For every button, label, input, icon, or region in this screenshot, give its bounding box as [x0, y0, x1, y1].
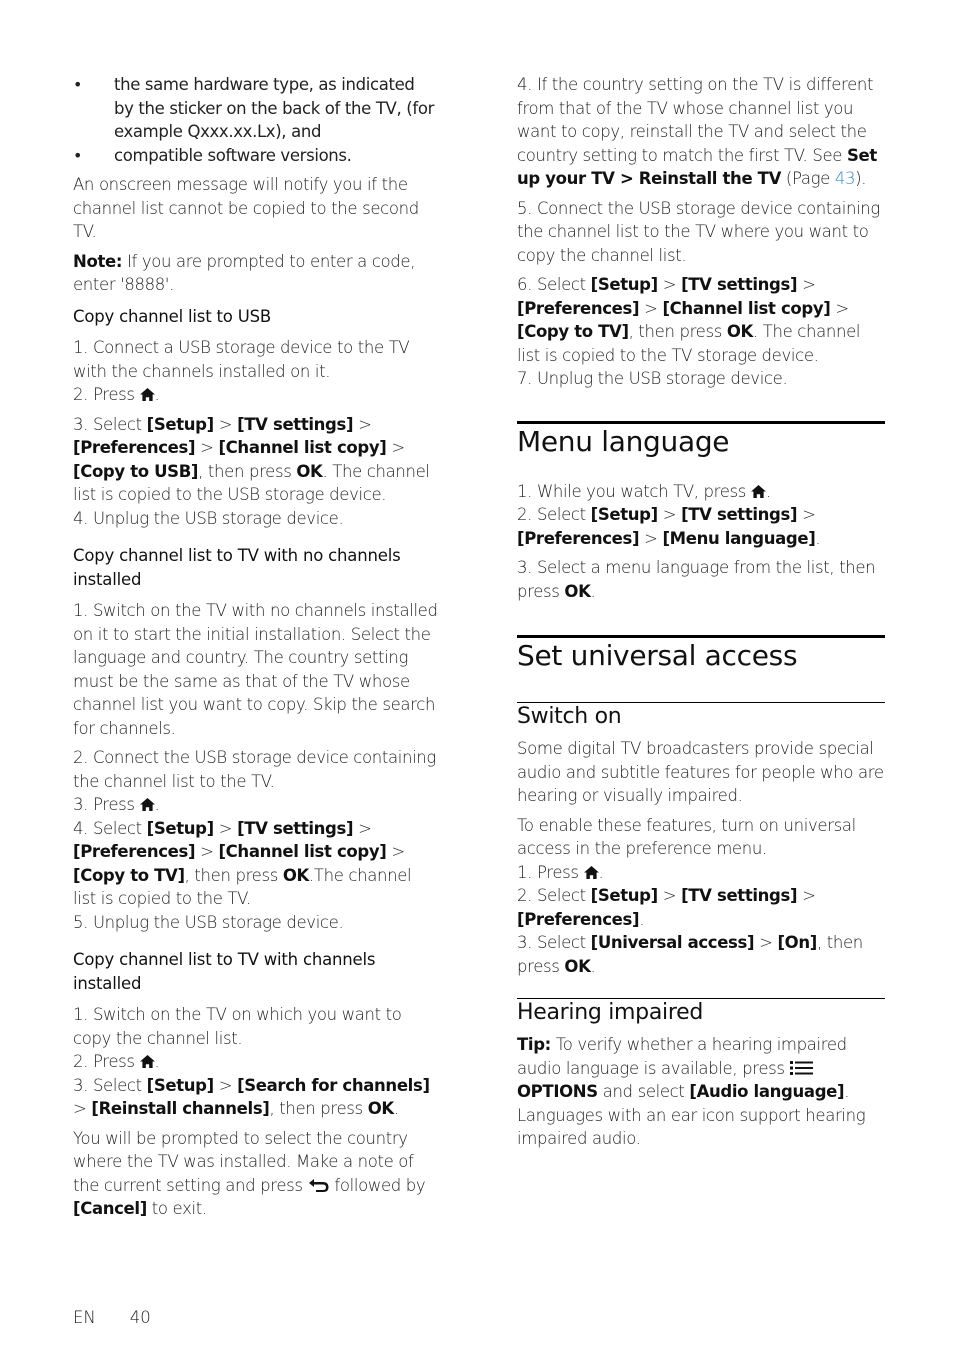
step: 4. Select [Setup] > [TV settings] > [Pre…: [73, 818, 412, 909]
continued-steps: 6. Select [Setup] > [TV settings] > [Pre…: [517, 273, 885, 391]
right-column: 4. If the country setting on the TV is d…: [517, 73, 885, 1151]
home-icon: [583, 865, 599, 879]
step: 5. Connect the USB storage device contai…: [517, 198, 880, 265]
note-label: Note:: [73, 251, 123, 271]
section-title-menu-language: Menu language: [517, 424, 730, 458]
list-item: compatible software versions.: [73, 144, 438, 168]
step: 5. Unplug the USB storage device.: [73, 912, 344, 932]
options-icon: [789, 1060, 813, 1075]
paragraph: Languages with an ear icon support heari…: [517, 1105, 866, 1149]
prompt-paragraph: You will be prompted to select the count…: [73, 1128, 426, 1219]
page-link[interactable]: 43: [835, 169, 856, 188]
step: 2. Press .: [73, 385, 160, 404]
step: 3. Select [Setup] > [TV settings] > [Pre…: [73, 414, 430, 505]
step: 1. Connect a USB storage device to the T…: [73, 338, 410, 381]
step: 1. While you watch TV, press .: [517, 481, 771, 501]
onscreen-message-paragraph: An onscreen message will notify you if t…: [73, 175, 419, 241]
section-heading-with-channels: Copy channel list to TV with channels in…: [73, 950, 376, 993]
step: 2. Select [Setup] > [TV settings] > [Pre…: [517, 886, 816, 929]
home-icon: [139, 1055, 155, 1068]
footer-language: EN: [73, 1308, 96, 1327]
home-icon: [751, 484, 766, 498]
step: 4. Unplug the USB storage device.: [73, 508, 344, 528]
page-footer: EN 40: [73, 1308, 185, 1327]
step: 2. Press .: [73, 1052, 160, 1071]
section-heading-copy-to-usb: Copy channel list to USB: [73, 306, 271, 326]
step: 6. Select [Setup] > [TV settings] > [Pre…: [517, 275, 861, 365]
section-title-universal-access: Set universal access: [517, 639, 798, 672]
home-icon: [139, 798, 155, 811]
list-item: the same hardware type, as indicated by …: [73, 73, 438, 144]
paragraph: To enable these features, turn on univer…: [517, 815, 856, 859]
note-paragraph: Note: If you are prompted to enter a cod…: [73, 251, 416, 295]
tip-label: Tip:: [517, 1035, 551, 1054]
paragraph: Some digital TV broadcasters provide spe…: [517, 739, 884, 805]
step: 1. Switch on the TV with no channels ins…: [73, 601, 438, 738]
usb-steps-b: 3. Select [Setup] > [TV settings] > [Pre…: [73, 413, 438, 531]
step: 4. If the country setting on the TV is d…: [517, 75, 877, 188]
switch-on-steps: To enable these features, turn on univer…: [517, 814, 885, 979]
menu-language-steps: 1. While you watch TV, press . 2. Select…: [517, 480, 885, 551]
step: 2. Select [Setup] > [TV settings] > [Pre…: [517, 505, 821, 548]
no-channels-steps: 2. Connect the USB storage device contai…: [73, 746, 438, 934]
page-number: 40: [129, 1308, 151, 1327]
step: 1. Press .: [517, 862, 604, 882]
step: 7. Unplug the USB storage device.: [517, 369, 788, 388]
left-column: the same hardware type, as indicated by …: [73, 73, 438, 1227]
step: 3. Select [Universal access] > [On], the…: [517, 933, 863, 976]
section-heading-no-channels: Copy channel list to TV with no channels…: [73, 546, 401, 589]
step: 3. Select [Setup] > [Search for channels…: [73, 1075, 430, 1119]
step: 3. Press .: [73, 795, 160, 814]
subsection-title-hearing-impaired: Hearing impaired: [517, 1000, 703, 1025]
subsection-title-switch-on: Switch on: [517, 704, 622, 729]
step: 3. Select a menu language from the list,…: [517, 558, 876, 601]
home-icon: [139, 388, 155, 401]
tip-paragraph: Tip: To verify whether a hearing impaire…: [517, 1035, 850, 1101]
requirements-list: the same hardware type, as indicated by …: [73, 73, 438, 167]
usb-steps-a: 1. Connect a USB storage device to the T…: [73, 336, 438, 407]
step: 2. Connect the USB storage device contai…: [73, 748, 436, 791]
back-icon: [308, 1178, 329, 1192]
step: 1. Switch on the TV on which you want to…: [73, 1005, 402, 1048]
with-channels-steps: 1. Switch on the TV on which you want to…: [73, 1003, 438, 1121]
